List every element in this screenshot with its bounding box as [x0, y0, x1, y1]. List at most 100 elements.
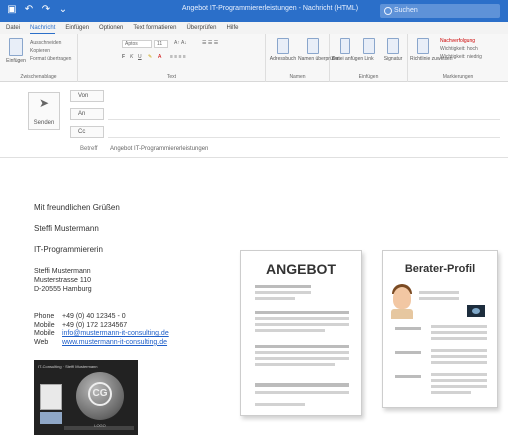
signature-role: IT-Programmiererin	[34, 245, 103, 254]
tab-text-formatieren[interactable]: Text formatieren	[133, 22, 176, 34]
text-line	[255, 323, 349, 326]
portrait-icon	[40, 384, 62, 410]
font-select[interactable]: Aptos	[122, 40, 152, 48]
redo-icon[interactable]: ↷	[40, 4, 52, 16]
subject-field[interactable]: Angebot IT-Programmiererleistungen	[110, 146, 208, 152]
bold-icon[interactable]: F	[122, 54, 125, 60]
attach-file-button[interactable]: Datei anfügen	[332, 38, 363, 62]
group-tags: Richtlinie zuweisen Nachverfolgung Wicht…	[408, 34, 508, 82]
align-icon[interactable]: ≡ ≡ ≡ ≡	[170, 54, 186, 60]
ribbon-tabs: Datei Nachricht Einfügen Optionen Text f…	[0, 22, 508, 34]
text-line	[431, 361, 487, 364]
tab-einfuegen[interactable]: Einfügen	[65, 22, 89, 34]
font-color-icon[interactable]: A	[158, 54, 161, 60]
text-line	[395, 327, 421, 330]
greeting: Mit freundlichen Grüßen	[34, 203, 120, 212]
save-icon[interactable]: ▣	[6, 4, 18, 16]
text-line	[255, 329, 325, 332]
text-line	[255, 345, 349, 348]
subject-label: Betreff	[80, 146, 98, 152]
contact-row: Mobile info@mustermann-it-consulting.de	[34, 330, 222, 339]
contact-row: Mobile +49 (0) 172 1234567	[34, 322, 222, 331]
angebot-title: ANGEBOT	[266, 261, 336, 277]
contact-value: +49 (0) 172 1234567	[62, 321, 128, 329]
group-include: Datei anfügen Link Signatur Einfügen	[330, 34, 408, 82]
address-book-button[interactable]: Adressbuch	[268, 38, 298, 62]
window-title: Angebot IT-Programmiererleistungen - Nac…	[181, 5, 359, 12]
importance-low-button[interactable]: Wichtigkeit: niedrig	[440, 54, 482, 60]
cc-button[interactable]: Cc	[70, 126, 104, 138]
paste-button[interactable]: Einfügen	[4, 38, 28, 64]
followup-button[interactable]: Nachverfolgung	[440, 38, 475, 44]
contact-value: +49 (0) 40 12345 - 0	[62, 313, 126, 320]
contact-row: Web www.mustermann-it-consulting.de	[34, 339, 222, 348]
undo-icon[interactable]: ↶	[23, 4, 35, 16]
web-link[interactable]: www.mustermann-it-consulting.de	[62, 339, 222, 348]
importance-high-button[interactable]: Wichtigkeit: hoch	[440, 46, 478, 52]
tab-nachricht[interactable]: Nachricht	[30, 22, 56, 34]
tab-ueberpruefen[interactable]: Überprüfen	[186, 22, 216, 34]
berater-profil-document-thumbnail[interactable]: Berater-Profil	[382, 250, 498, 408]
cc-field[interactable]	[108, 137, 500, 138]
berater-profil-title: Berater-Profil	[404, 263, 476, 275]
angebot-document-thumbnail[interactable]: ANGEBOT	[240, 250, 362, 416]
text-line	[431, 337, 487, 340]
copy-button[interactable]: Kopieren	[30, 48, 50, 54]
group-label-include: Einfügen	[358, 74, 379, 80]
text-line	[255, 403, 305, 406]
tab-optionen[interactable]: Optionen	[99, 22, 123, 34]
from-button[interactable]: Von	[70, 90, 104, 102]
group-label-clipboard: Zwischenablage	[20, 74, 57, 80]
text-line	[431, 373, 487, 376]
grow-font-icon[interactable]: A↑ A↓	[174, 40, 187, 46]
tab-hilfe[interactable]: Hilfe	[226, 22, 238, 34]
link-button[interactable]: Link	[358, 38, 380, 62]
assign-policy-button[interactable]: Richtlinie zuweisen	[410, 38, 453, 62]
paste-icon	[9, 38, 23, 56]
text-line	[255, 357, 349, 360]
ribbon: Einfügen Ausschneiden Kopieren Format üb…	[0, 34, 508, 82]
contact-row: Phone +49 (0) 40 12345 - 0	[34, 313, 222, 322]
text-line	[395, 375, 421, 378]
highlight-icon[interactable]: ✎	[148, 54, 152, 60]
list-icon[interactable]: ☰ ☰ ☰	[202, 40, 218, 46]
link-icon	[363, 38, 375, 54]
avatar-icon	[393, 287, 411, 309]
to-button[interactable]: An	[70, 108, 104, 120]
text-line	[255, 285, 311, 288]
compose-header: ➤ Senden Von An Cc Betreff Angebot IT-Pr…	[0, 82, 508, 158]
tab-datei[interactable]: Datei	[6, 22, 20, 34]
policy-icon	[417, 38, 429, 54]
group-label-names: Namen	[289, 74, 306, 80]
link-label: Link	[364, 56, 374, 62]
paperclip-icon	[340, 38, 350, 54]
contact-block: Phone +49 (0) 40 12345 - 0 Mobile +49 (0…	[34, 313, 222, 347]
group-label-tags: Markierungen	[442, 74, 474, 80]
check-names-button[interactable]: Namen überprüfen	[298, 38, 340, 62]
paste-label: Einfügen	[6, 58, 26, 64]
contact-key: Mobile	[34, 321, 55, 329]
email-link[interactable]: info@mustermann-it-consulting.de	[62, 330, 222, 339]
card-caption: LOGO	[94, 423, 106, 428]
signature-button[interactable]: Signatur	[380, 38, 406, 62]
text-line	[395, 351, 421, 354]
to-field[interactable]	[108, 119, 500, 120]
customize-icon[interactable]: ⌄	[57, 4, 69, 16]
logo-mark: CG	[88, 382, 112, 406]
text-line	[255, 291, 311, 294]
title-bar: ▣ ↶ ↷ ⌄ Angebot IT-Programmiererleistung…	[0, 0, 508, 22]
address-line-1: Steffi Mustermann	[34, 268, 91, 275]
send-button[interactable]: ➤ Senden	[28, 92, 60, 130]
format-painter-button[interactable]: Format übertragen	[30, 56, 71, 62]
address-book-label: Adressbuch	[269, 56, 297, 62]
font-size-select[interactable]: 11	[154, 40, 168, 48]
text-line	[255, 391, 349, 394]
text-line	[431, 331, 487, 334]
underline-icon[interactable]: U	[138, 54, 142, 60]
text-line	[431, 355, 487, 358]
cut-button[interactable]: Ausschneiden	[30, 40, 61, 46]
text-line	[255, 317, 349, 320]
italic-icon[interactable]: K	[130, 54, 133, 60]
search-input[interactable]: Suchen	[380, 4, 500, 18]
text-line	[431, 391, 471, 394]
